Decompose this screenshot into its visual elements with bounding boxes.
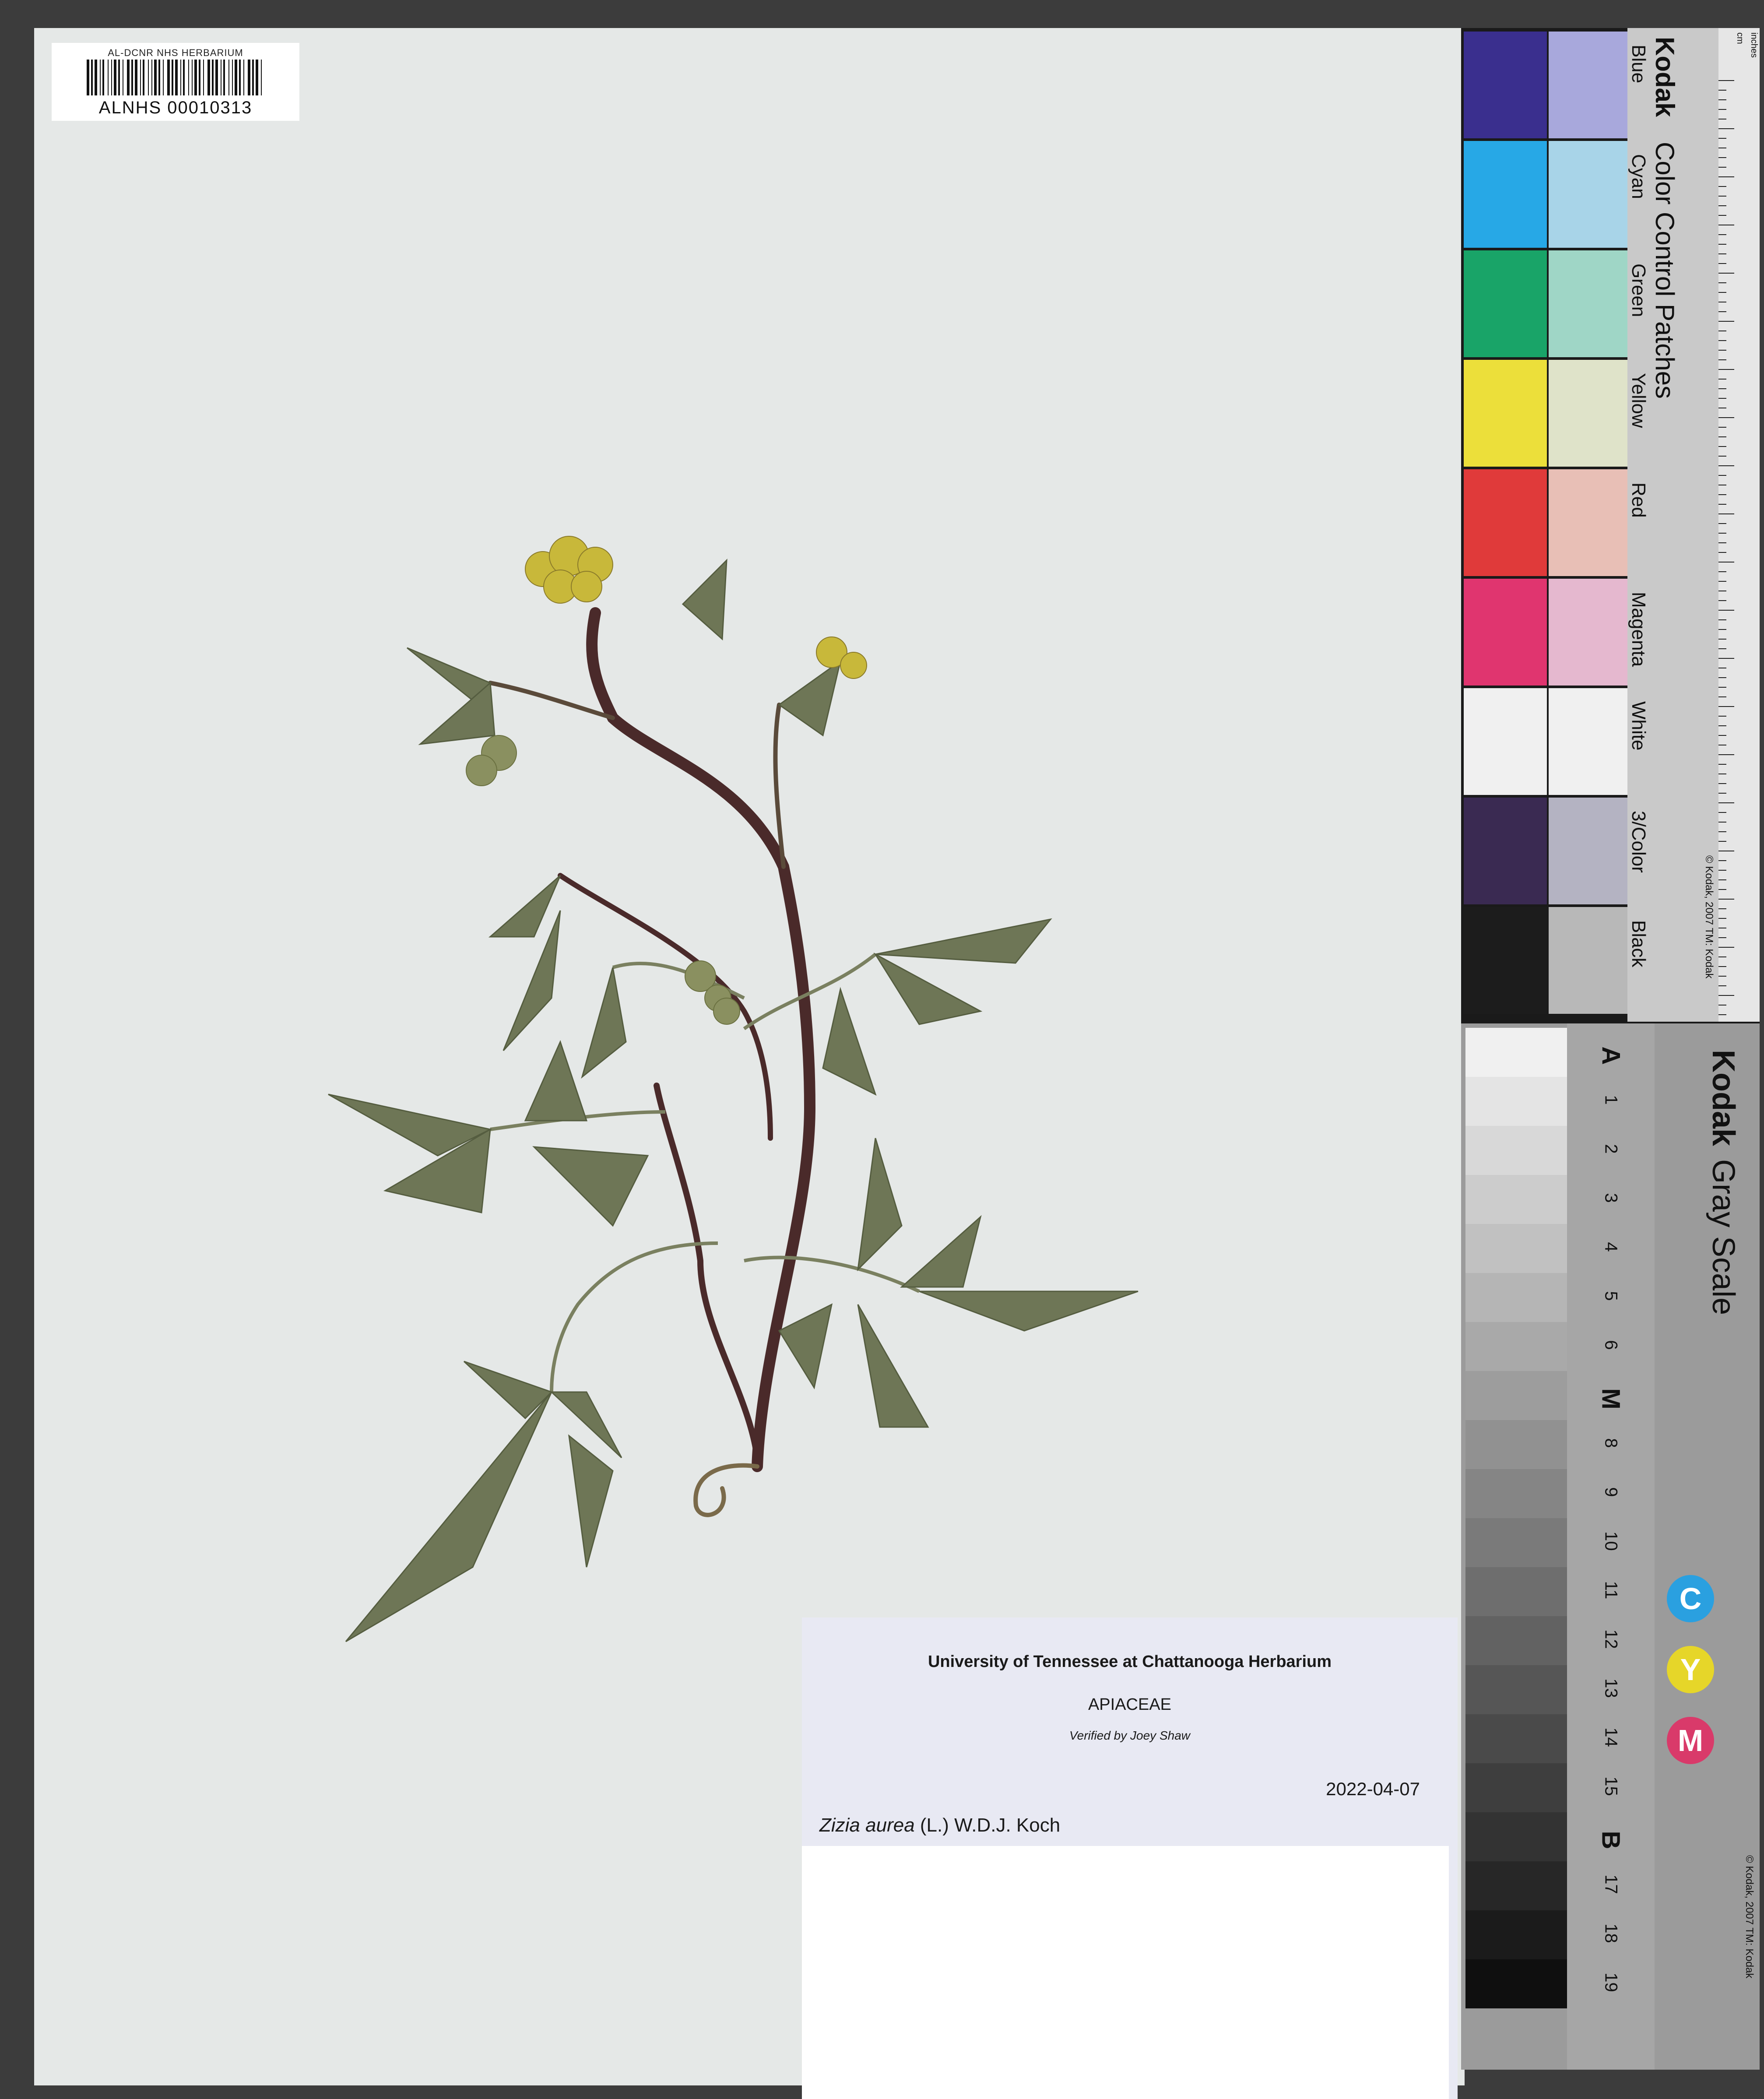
- verified-by: Verified by Joey Shaw: [1069, 1729, 1190, 1742]
- cym-dot-m: M: [1667, 1717, 1714, 1764]
- gray-step-label: 15: [1601, 1776, 1621, 1796]
- gray-step-label: 12: [1601, 1629, 1621, 1649]
- gray-step: [1465, 1812, 1567, 1861]
- color-card-copyright: © Kodak, 2007 TM: Kodak: [1703, 855, 1715, 979]
- ruler-inches-label: inches: [1749, 32, 1759, 58]
- institution-name: University of Tennessee at Chattanooga H…: [928, 1652, 1332, 1671]
- color-patch-magenta-light: [1549, 579, 1632, 686]
- color-patch-magenta-dark: [1464, 579, 1547, 686]
- patch-label: White: [1628, 701, 1649, 751]
- gray-step-label: 19: [1601, 1972, 1621, 1992]
- gray-card-brand: Kodak: [1706, 1050, 1741, 1146]
- taxon-name: Zizia aurea (L.) W.D.J. Koch: [819, 1814, 1060, 1836]
- color-patch-green-dark: [1464, 250, 1547, 357]
- gray-step: [1465, 1224, 1567, 1273]
- patch-label: 3/Color: [1628, 811, 1649, 873]
- gray-step: [1465, 1077, 1567, 1126]
- patch-names-strip: Kodak Color Control Patches Blue Cyan Gree…: [1627, 28, 1732, 1022]
- gray-step-label: B: [1596, 1831, 1625, 1849]
- gray-step-label: 6: [1601, 1340, 1621, 1350]
- gray-step-label: 1: [1601, 1095, 1621, 1105]
- gray-step: [1465, 1420, 1567, 1469]
- color-patch-red-light: [1549, 469, 1632, 576]
- gray-step-label: 9: [1601, 1487, 1621, 1497]
- gray-step: [1465, 1469, 1567, 1518]
- color-patch-yellow-dark: [1464, 360, 1547, 467]
- gray-step-label: 17: [1601, 1874, 1621, 1894]
- gray-step: [1465, 1763, 1567, 1812]
- ruler-cm-label: cm: [1735, 32, 1745, 44]
- ruler: cm inches: [1718, 28, 1760, 1022]
- gray-scale-labels: A 1 2 3 4 5 6 M 8 9 10 11 12 13 14 15 B 17 18 19: [1567, 1023, 1655, 2070]
- patch-label: Yellow: [1628, 373, 1649, 428]
- patch-label: Blue: [1628, 45, 1649, 84]
- gray-step: [1465, 1126, 1567, 1175]
- gray-step-label: 5: [1601, 1291, 1621, 1301]
- patch-label: Red: [1628, 482, 1649, 518]
- genus-species: Zizia aurea: [819, 1814, 915, 1836]
- cym-dot-y: Y: [1667, 1646, 1714, 1693]
- color-patch-red-dark: [1464, 469, 1547, 576]
- barcode-header: AL-DCNR NHS HERBARIUM: [108, 47, 243, 58]
- gray-step-label: 3: [1601, 1193, 1621, 1203]
- gray-card-copyright: © Kodak, 2007 TM: Kodak: [1743, 1855, 1755, 1979]
- barcode: [87, 60, 262, 95]
- plant-specimen: [328, 536, 1139, 1642]
- gray-step-label: 14: [1601, 1727, 1621, 1747]
- gray-step-label: 13: [1601, 1678, 1621, 1698]
- patch-label: Black: [1628, 920, 1649, 967]
- gray-step-label: 4: [1601, 1242, 1621, 1252]
- gray-card-title: Gray Scale: [1706, 1159, 1741, 1315]
- gray-step: [1465, 1028, 1567, 1077]
- color-patch-blue-light: [1549, 32, 1632, 138]
- color-patch-white-dark: [1464, 688, 1547, 795]
- color-patch-cyan-dark: [1464, 141, 1547, 248]
- gray-step: [1465, 1665, 1567, 1714]
- ruler-ticks: [1718, 80, 1734, 1015]
- gray-step: [1465, 1567, 1567, 1616]
- kodak-color-card: Kodak Color Control Patches Blue Cyan Gree…: [1461, 28, 1760, 1026]
- gray-step: [1465, 1616, 1567, 1665]
- taxon-authority: (L.) W.D.J. Koch: [920, 1814, 1061, 1836]
- gray-step: [1465, 1322, 1567, 1371]
- color-patch-cyan-light: [1549, 141, 1632, 248]
- gray-step-label: 2: [1601, 1144, 1621, 1154]
- gray-step-label: 8: [1601, 1438, 1621, 1448]
- gray-step-label: 10: [1601, 1531, 1621, 1551]
- gray-step: [1465, 1910, 1567, 1959]
- color-card-brand: Kodak: [1650, 37, 1680, 117]
- gray-step: [1465, 1371, 1567, 1420]
- color-patch-3-color-dark: [1464, 798, 1547, 904]
- gray-step: [1465, 1175, 1567, 1224]
- barcode-label: AL-DCNR NHS HERBARIUM ALNHS 00010313: [52, 43, 299, 121]
- gray-step-label: 11: [1601, 1581, 1621, 1600]
- color-patch-white-light: [1549, 688, 1632, 795]
- label-blank-area: [802, 1846, 1449, 2099]
- color-patch-blue-dark: [1464, 32, 1547, 138]
- kodak-gray-scale: A 1 2 3 4 5 6 M 8 9 10 11 12 13 14 15 B 17 18 19 Kodak Gray…: [1461, 1023, 1760, 2070]
- gray-step-label: 18: [1601, 1923, 1621, 1943]
- color-patch-black-light: [1549, 907, 1632, 1014]
- gray-step: [1465, 1861, 1567, 1910]
- gray-step-label: M: [1596, 1388, 1625, 1410]
- gray-step: [1465, 1273, 1567, 1322]
- color-card-title: Color Control Patches: [1650, 142, 1680, 399]
- cym-dot-c: C: [1667, 1575, 1714, 1622]
- gray-step-label: A: [1596, 1046, 1625, 1065]
- gray-step: [1465, 1518, 1567, 1567]
- verification-date: 2022-04-07: [1326, 1779, 1420, 1799]
- barcode-number: ALNHS 00010313: [98, 98, 253, 117]
- patch-label: Cyan: [1628, 154, 1649, 199]
- patch-label: Magenta: [1628, 592, 1649, 667]
- family-name: APIACEAE: [1088, 1695, 1172, 1714]
- gray-step: [1465, 1959, 1567, 2008]
- color-patch-green-light: [1549, 250, 1632, 357]
- color-patch-yellow-light: [1549, 360, 1632, 467]
- color-patch-black-dark: [1464, 907, 1547, 1014]
- color-patch-3-color-light: [1549, 798, 1632, 904]
- patch-label: Green: [1628, 264, 1649, 317]
- gray-step: [1465, 1714, 1567, 1763]
- specimen-label: University of Tennessee at Chattanooga H…: [802, 1617, 1458, 2099]
